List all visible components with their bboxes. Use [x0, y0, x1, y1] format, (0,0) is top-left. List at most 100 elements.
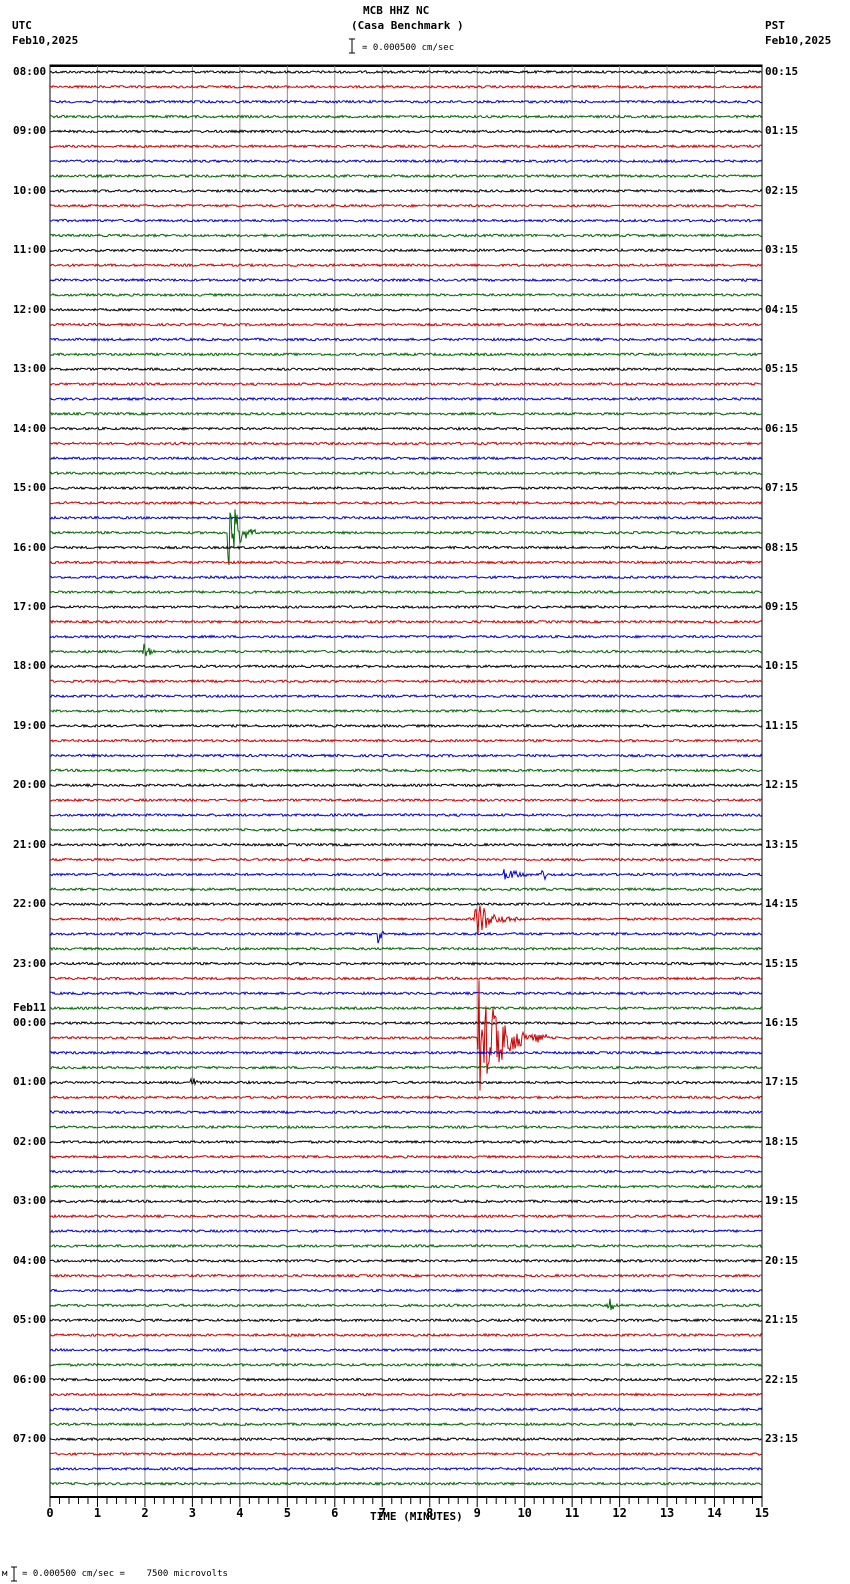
trace-34 — [49, 574, 762, 580]
trace-52 — [49, 842, 763, 847]
x-tick-label: 9 — [474, 1506, 481, 1520]
trace-54 — [49, 869, 763, 882]
trace-55 — [49, 886, 763, 892]
trace-37 — [49, 619, 763, 625]
trace-88 — [49, 1377, 762, 1382]
trace-48 — [49, 782, 763, 788]
trace-67 — [49, 1065, 763, 1071]
x-tick-label: 3 — [189, 1506, 196, 1520]
trace-64 — [49, 1020, 763, 1026]
trace-6 — [49, 158, 763, 164]
trace-47 — [49, 768, 763, 773]
trace-89 — [49, 1392, 763, 1397]
trace-21 — [49, 381, 762, 387]
trace-0 — [49, 69, 763, 75]
x-tick-label: 0 — [46, 1506, 53, 1520]
x-tick-label: 5 — [284, 1506, 291, 1520]
trace-50 — [49, 812, 763, 818]
trace-7 — [49, 173, 763, 179]
trace-51 — [49, 827, 763, 833]
trace-19 — [50, 351, 763, 357]
trace-39 — [49, 643, 763, 657]
trace-66 — [49, 1050, 763, 1056]
trace-42 — [49, 693, 763, 699]
trace-58 — [49, 930, 763, 944]
trace-69 — [49, 1094, 763, 1100]
trace-11 — [50, 233, 763, 238]
trace-1 — [49, 84, 763, 90]
trace-46 — [49, 753, 763, 759]
trace-74 — [49, 1169, 763, 1174]
trace-10 — [49, 218, 763, 223]
trace-53 — [49, 857, 763, 862]
trace-71 — [49, 1124, 763, 1130]
trace-79 — [49, 1243, 763, 1249]
trace-40 — [49, 664, 763, 669]
trace-72 — [49, 1139, 763, 1145]
trace-75 — [49, 1184, 763, 1189]
trace-32 — [49, 545, 763, 550]
trace-13 — [49, 262, 763, 268]
trace-26 — [49, 456, 763, 461]
trace-68 — [49, 1077, 763, 1087]
trace-36 — [49, 604, 763, 610]
trace-28 — [49, 485, 763, 491]
trace-12 — [49, 248, 763, 253]
trace-82 — [49, 1288, 763, 1293]
trace-92 — [49, 1436, 762, 1442]
trace-43 — [49, 708, 763, 714]
trace-85 — [49, 1332, 763, 1338]
x-tick-label: 15 — [755, 1506, 769, 1520]
trace-84 — [49, 1317, 763, 1323]
trace-38 — [49, 634, 762, 640]
trace-14 — [49, 277, 763, 283]
trace-27 — [49, 470, 763, 476]
trace-4 — [49, 129, 763, 134]
trace-81 — [49, 1273, 763, 1278]
trace-90 — [49, 1407, 763, 1412]
trace-5 — [49, 144, 763, 149]
trace-18 — [49, 337, 763, 342]
trace-94 — [49, 1466, 763, 1472]
trace-59 — [49, 946, 763, 952]
trace-8 — [49, 188, 763, 194]
trace-49 — [49, 797, 763, 803]
trace-15 — [49, 292, 763, 298]
trace-62 — [50, 990, 763, 996]
trace-93 — [49, 1451, 763, 1457]
trace-17 — [49, 322, 763, 327]
trace-76 — [49, 1199, 763, 1204]
scale-bar-icon — [349, 38, 355, 54]
trace-20 — [49, 366, 763, 372]
trace-3 — [49, 114, 763, 120]
trace-80 — [49, 1258, 763, 1264]
trace-78 — [49, 1228, 763, 1234]
trace-83 — [49, 1298, 763, 1311]
trace-24 — [49, 426, 763, 432]
x-tick-label: 13 — [660, 1506, 674, 1520]
helicorder-plot: 0 1 2 3 4 5 6 7 8 9 10 11 12 13 14 15 — [11, 38, 769, 1582]
trace-73 — [49, 1154, 763, 1159]
x-tick-label: 2 — [141, 1506, 148, 1520]
trace-57 — [49, 905, 763, 934]
trace-23 — [49, 411, 763, 417]
x-tick-label: 10 — [517, 1506, 531, 1520]
x-tick-label: 1 — [94, 1506, 101, 1520]
trace-22 — [49, 396, 763, 402]
trace-95 — [49, 1481, 763, 1487]
trace-86 — [49, 1347, 763, 1353]
x-tick-label: 11 — [565, 1506, 579, 1520]
trace-91 — [49, 1421, 763, 1427]
x-tick-label: 14 — [707, 1506, 721, 1520]
trace-60 — [49, 961, 763, 967]
x-tick-label: 4 — [236, 1506, 243, 1520]
trace-25 — [49, 441, 763, 446]
trace-16 — [49, 307, 763, 313]
x-tick-label: 7 — [379, 1506, 386, 1520]
trace-29 — [49, 500, 763, 506]
x-tick-label: 8 — [426, 1506, 433, 1520]
trace-44 — [49, 723, 763, 729]
x-tick-label: 6 — [331, 1506, 338, 1520]
trace-70 — [49, 1109, 763, 1115]
trace-87 — [49, 1362, 763, 1368]
